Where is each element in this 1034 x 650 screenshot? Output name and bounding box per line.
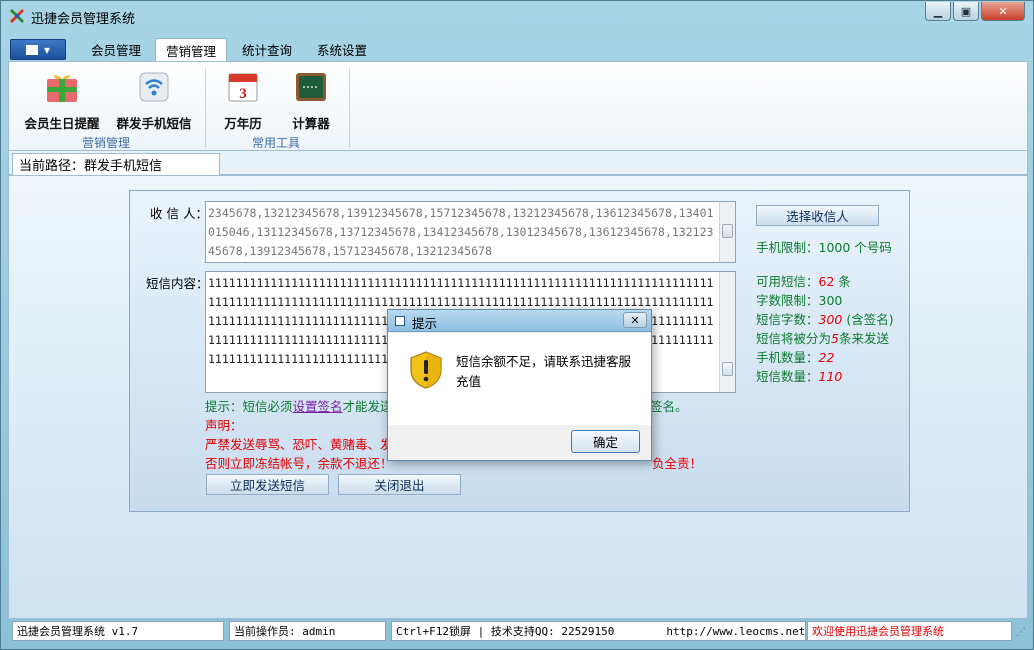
mass-sms-button[interactable]: 群发手机短信 [111,70,197,132]
minimize-button[interactable]: ▁ [925,2,951,21]
close-icon: ✕ [998,4,1008,18]
send-sms-button[interactable]: 立即发送短信 [206,474,329,495]
scroll-thumb[interactable] [722,224,733,238]
wifi-signal-icon [139,72,169,102]
recipient-label: 收 信 人： [150,206,208,221]
available-sms-unit: 条 [834,274,851,289]
close-window-button[interactable]: ✕ [981,2,1025,21]
dialog-body: 短信余额不足，请联系迅捷客服充值 [388,333,651,425]
breadcrumb[interactable]: 当前路径：群发手机短信 [12,153,220,175]
group-label-tools: 常用工具 [252,136,301,150]
ribbon-tab-bar: ▾ 会员管理 营销管理 统计查询 系统设置 [8,36,1028,61]
recipients-scrollbar[interactable] [719,202,735,262]
phone-count: 手机数量：22 [756,347,834,366]
app-logo-icon [9,8,25,24]
dialog-title-bar[interactable]: 提示 ✕ [388,310,651,332]
tab-member-management[interactable]: 会员管理 [81,38,151,61]
phone-limit: 手机限制：1000 个号码 [756,240,892,255]
status-version: 迅捷会员管理系统 v1.7 [12,621,224,641]
dialog-close-button[interactable]: ✕ [623,312,647,328]
sms-split-info: 短信将被分为5条来发送 [756,328,889,347]
set-signature-link[interactable]: 设置签名 [293,399,343,414]
window-title: 迅捷会员管理系统 [31,12,136,27]
group-label-marketing: 营销管理 [82,136,131,150]
available-sms: 可用短信：62 条 [756,271,851,290]
declaration-line-1: 严禁发送辱骂、恐吓、黄赌毒、发 [205,437,393,452]
status-support-text: Ctrl+F12锁屏 | 技术支持QQ: 22529150 [396,625,615,638]
sms-char-value: 300 [818,312,843,327]
phone-count-value: 22 [818,350,835,365]
menu-icon [25,44,38,55]
birthday-reminder-button[interactable]: 会员生日提醒 [21,70,103,132]
phone-count-label: 手机数量： [756,350,819,365]
sms-char-count: 短信字数：300 (含签名) [756,309,894,328]
dialog-window-icon [395,316,405,326]
dialog-ok-button[interactable]: 确定 [571,430,640,453]
calculator-icon [296,73,326,101]
calculator-button[interactable]: 计算器 [285,70,337,132]
mass-sms-label: 群发手机短信 [116,116,192,131]
calendar-button[interactable]: 3 万年历 [217,70,269,132]
restore-icon: ▣ [960,4,972,18]
available-sms-value: 62 [818,274,835,289]
ribbon-panel: 会员生日提醒 群发手机短信 3 万年历 计算器 营销管理 常用工具 [8,61,1028,151]
signature-hint: 提示：短信必须设置签名才能发送 [205,396,393,415]
hint-prefix: 提示：短信必须 [205,399,293,414]
status-welcome: 欢迎使用迅捷会员管理系统 [807,621,1012,641]
status-support: Ctrl+F12锁屏 | 技术支持QQ: 22529150 http://www… [391,621,806,641]
birthday-reminder-label: 会员生日提醒 [24,116,100,131]
content-label: 短信内容： [146,276,209,291]
gift-icon [47,75,77,102]
word-limit: 字数限制：300 [756,293,843,308]
tab-marketing-management[interactable]: 营销管理 [155,38,228,61]
tab-statistics-query[interactable]: 统计查询 [232,38,302,61]
ribbon-group-separator [349,68,350,148]
main-window: 迅捷会员管理系统 ▁ ▣ ✕ ▾ 会员管理 营销管理 统计查询 系统设置 会员生… [0,0,1034,650]
calculator-label: 计算器 [292,116,330,131]
title-bar[interactable]: 迅捷会员管理系统 ▁ ▣ ✕ [1,1,1033,31]
select-recipients-button[interactable]: 选择收信人 [756,205,879,226]
alert-dialog: 提示 ✕ 短信余额不足，请联系迅捷客服充值 确定 [387,309,652,461]
close-exit-button[interactable]: 关闭退出 [338,474,461,495]
recipients-text: 2345678,13212345678,13912345678,15712345… [208,206,714,258]
sms-count-value: 110 [818,369,843,384]
calendar-day-number: 3 [239,86,247,102]
ribbon-group-separator [205,68,206,148]
sms-count: 短信数量：110 [756,366,842,385]
sms-count-label: 短信数量： [756,369,819,384]
status-url[interactable]: http://www.leocms.net [666,625,805,638]
sms-char-unit: (含签名) [842,312,894,327]
dialog-title: 提示 [412,316,438,331]
status-bar: 迅捷会员管理系统 v1.7 当前操作员: admin Ctrl+F12锁屏 | … [8,621,1028,643]
tab-system-settings[interactable]: 系统设置 [307,38,377,61]
calendar-icon: 3 [228,73,258,102]
scroll-thumb[interactable] [722,362,733,376]
resize-grip-icon[interactable]: ⋰ [1016,627,1026,638]
minimize-icon: ▁ [933,4,943,18]
sms-char-label: 短信字数： [756,312,819,327]
declaration-title: 声明： [205,418,243,433]
maximize-button[interactable]: ▣ [953,2,979,21]
split-value: 5 [831,331,839,346]
available-sms-label: 可用短信： [756,274,819,289]
declaration-line-2: 否则立即冻结帐号，余款不退还！ [205,456,393,471]
dialog-message: 短信余额不足，请联系迅捷客服充值 [456,354,632,389]
content-scrollbar[interactable] [719,272,735,392]
declaration-tail: 负全责！ [652,456,703,471]
split-suffix: 条来发送 [838,331,889,346]
calendar-label: 万年历 [224,116,262,131]
app-menu-button[interactable]: ▾ [10,39,66,60]
hint-tail: 签名。 [650,399,688,414]
warning-shield-icon [410,351,442,389]
status-operator: 当前操作员: admin [229,621,386,641]
split-prefix: 短信将被分为 [756,331,832,346]
close-icon: ✕ [630,313,640,327]
hint-suffix: 才能发送 [342,399,393,414]
dropdown-arrow-icon: ▾ [43,42,51,57]
breadcrumb-bar: 当前路径：群发手机短信 [8,151,1028,175]
recipients-textarea[interactable]: 2345678,13212345678,13912345678,15712345… [205,201,736,263]
